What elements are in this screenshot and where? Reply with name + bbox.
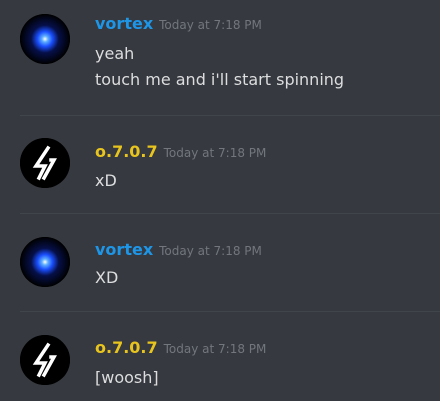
message-divider [20, 213, 440, 214]
username[interactable]: o.7.0.7 [95, 338, 158, 357]
timestamp[interactable]: Today at 7:18 PM [164, 146, 267, 160]
o707-avatar[interactable] [20, 138, 70, 188]
timestamp[interactable]: Today at 7:18 PM [159, 244, 262, 258]
message-header: o.7.0.7 Today at 7:18 PM [95, 142, 266, 163]
timestamp[interactable]: Today at 7:18 PM [164, 342, 267, 356]
vortex-avatar[interactable] [20, 237, 70, 287]
message-text: [woosh] [95, 368, 159, 387]
lightning-bolt-icon [20, 335, 70, 385]
message-header: vortex Today at 7:18 PM [95, 240, 262, 261]
message-header: vortex Today at 7:18 PM [95, 14, 262, 35]
message-divider [20, 311, 440, 312]
blue-orb-icon [20, 237, 70, 287]
message-text: yeah [95, 44, 135, 63]
username[interactable]: vortex [95, 240, 153, 259]
message-text: touch me and i'll start spinning [95, 70, 345, 89]
message-header: o.7.0.7 Today at 7:18 PM [95, 338, 266, 359]
message-text: xD [95, 171, 117, 190]
chat-log: vortex Today at 7:18 PM yeah touch me and… [0, 0, 440, 401]
o707-avatar[interactable] [20, 335, 70, 385]
vortex-avatar[interactable] [20, 14, 70, 64]
message-divider [20, 115, 440, 116]
message-text: XD [95, 268, 119, 287]
timestamp[interactable]: Today at 7:18 PM [159, 18, 262, 32]
username[interactable]: o.7.0.7 [95, 142, 158, 161]
lightning-bolt-icon [20, 138, 70, 188]
blue-orb-icon [20, 14, 70, 64]
username[interactable]: vortex [95, 14, 153, 33]
